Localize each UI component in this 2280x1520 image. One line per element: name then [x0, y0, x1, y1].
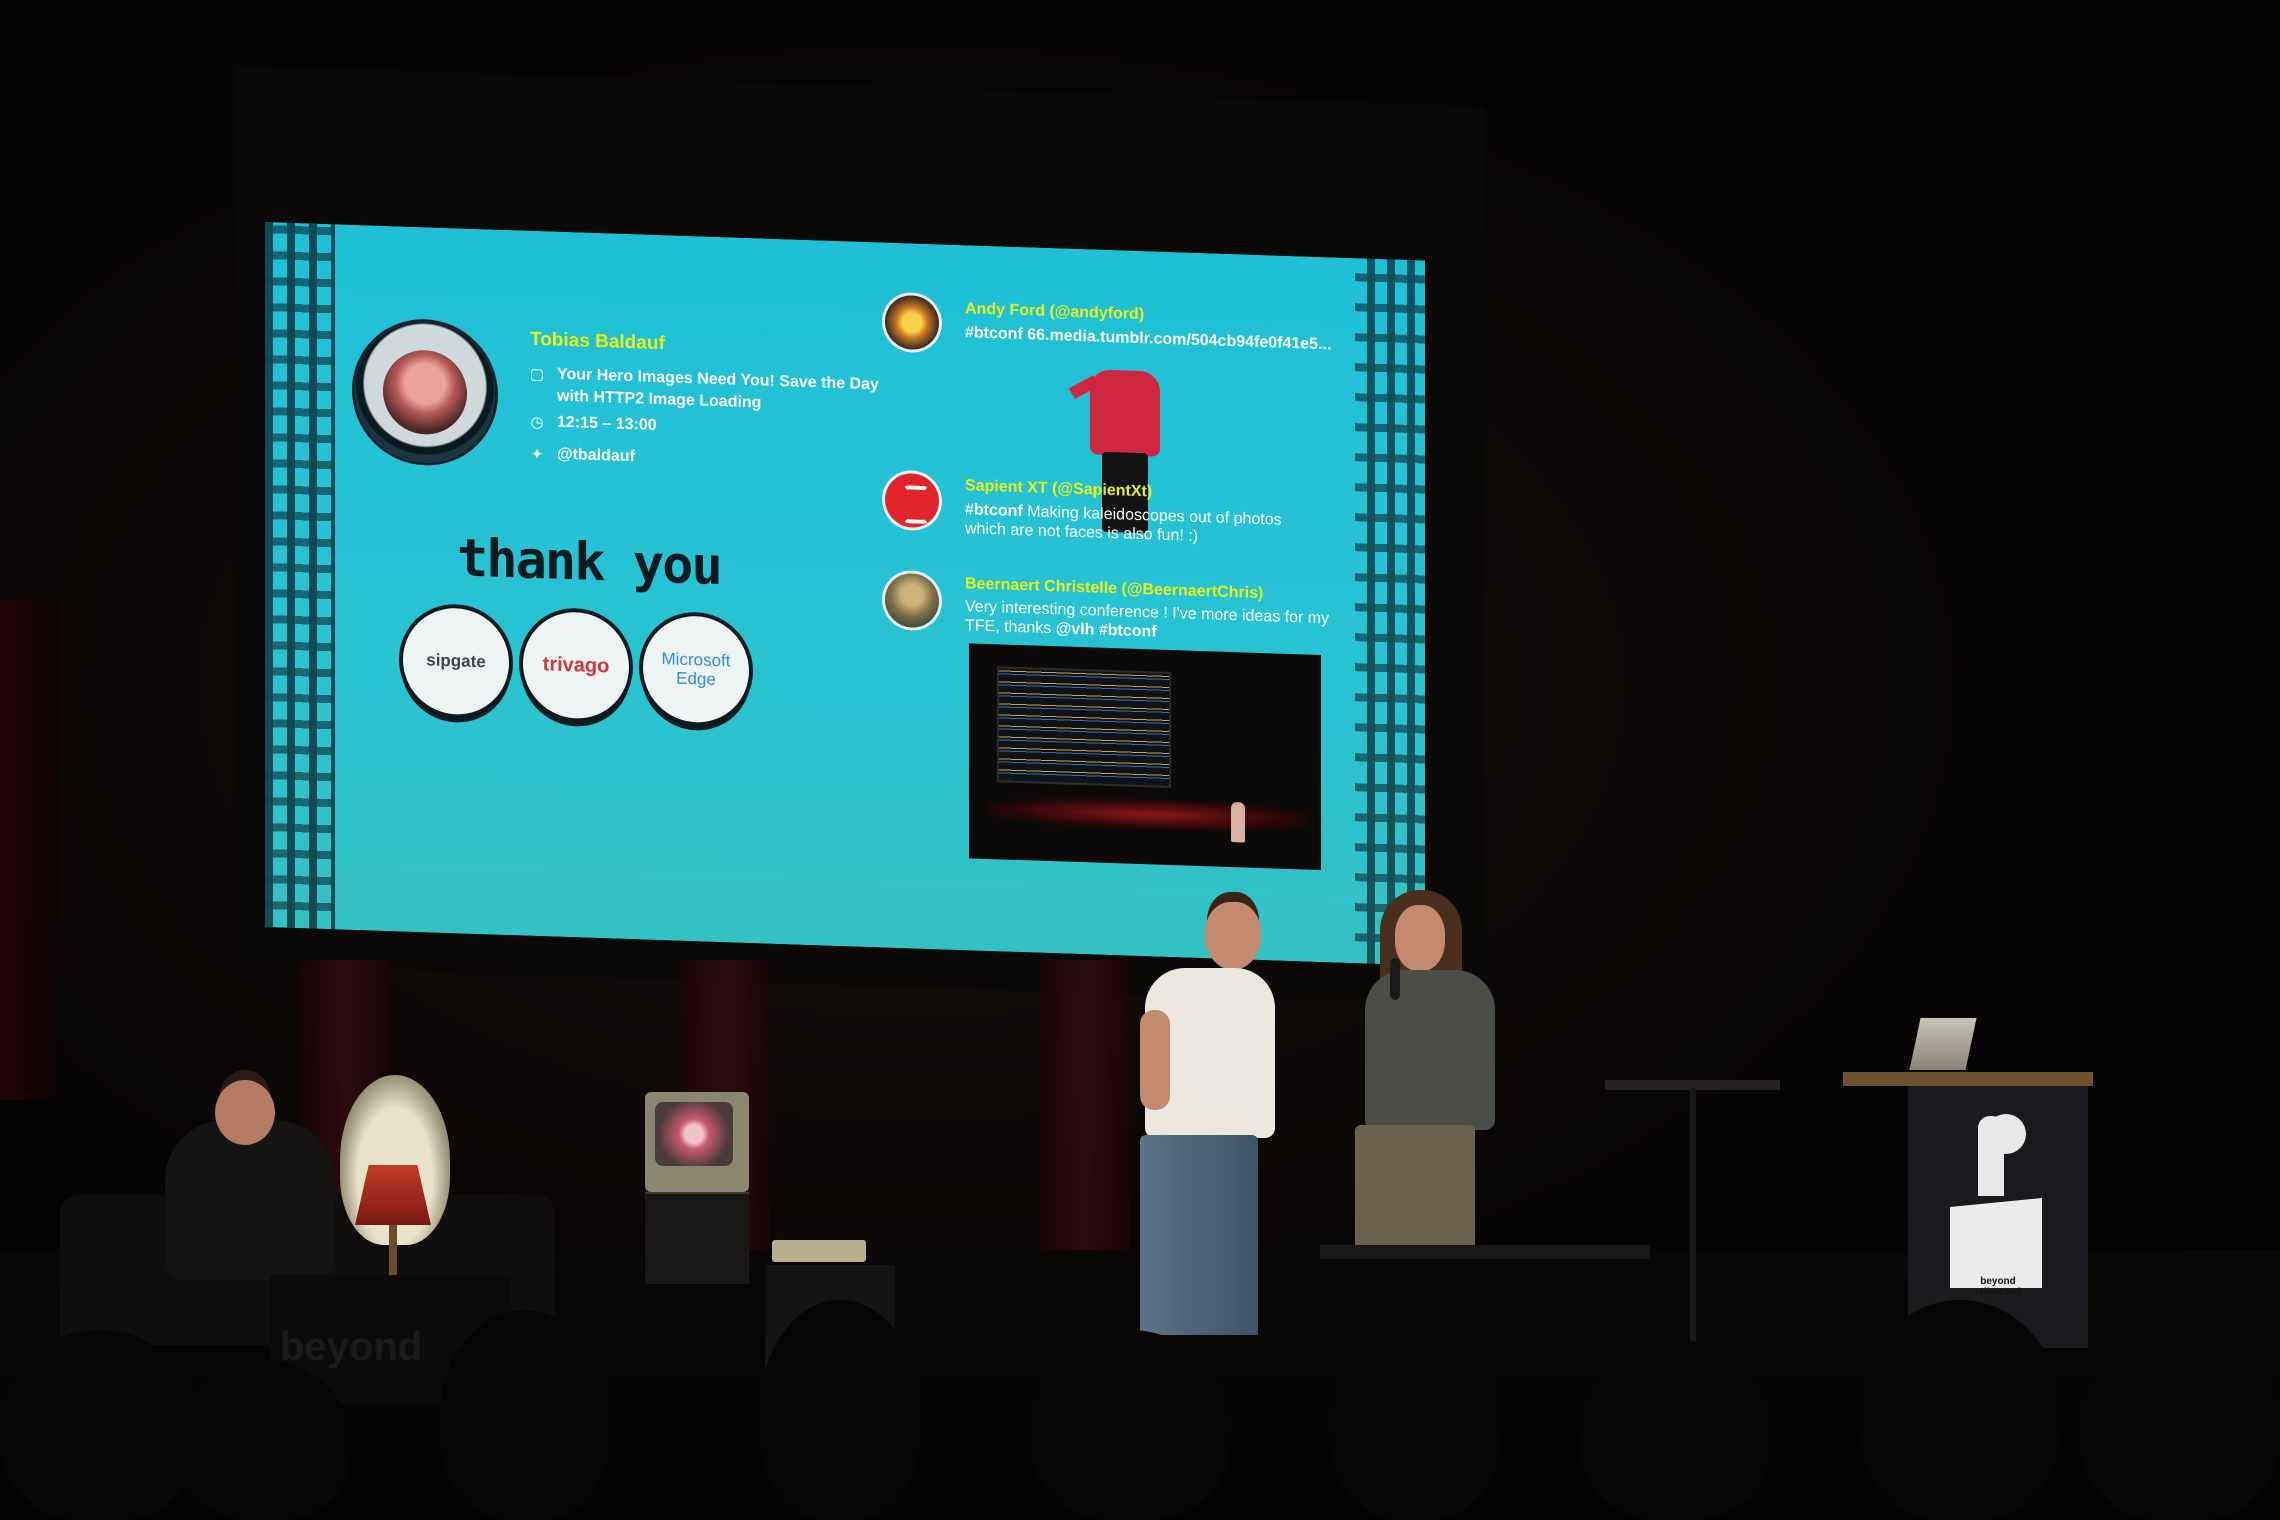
tweet-image-stage: [969, 643, 1321, 871]
sapient-logo-icon: [903, 485, 929, 525]
pixel-border-left: [265, 222, 335, 930]
talk-time: 12:15 – 13:00: [557, 413, 657, 434]
audience-head: [760, 1300, 920, 1520]
sponsor-label: trivago: [542, 652, 610, 677]
clock-icon: ◷: [530, 412, 544, 432]
photo-code-screen: [997, 666, 1171, 789]
tweet-hashtag: #btconf: [965, 501, 1023, 521]
tv-screen: [655, 1102, 733, 1166]
presenter-right-face: [1395, 905, 1445, 971]
conference-stage-photo: Tobias Baldauf ▢ Your Hero Images Need Y…: [0, 0, 2280, 1520]
tweet-avatar-sapientxt: [885, 472, 939, 529]
bar-table-leg: [1690, 1088, 1696, 1358]
lamp-stand: [389, 1225, 397, 1275]
presenter-left-arm: [1140, 1010, 1170, 1110]
tweet-avatar-beernaert: [885, 572, 939, 629]
audience-head: [1860, 1300, 2060, 1520]
av-rack: [645, 1192, 749, 1284]
audience-head: [2080, 1330, 2280, 1520]
tweet-hashtag: #btconf: [1098, 621, 1157, 641]
audience-head: [1030, 1330, 1230, 1520]
audience-head: [0, 1330, 200, 1520]
retro-keyboard: [772, 1240, 866, 1262]
presenter-right-pants: [1355, 1125, 1475, 1250]
twitter-bird-icon: ✦: [530, 444, 544, 464]
presenter-left-head: [1205, 902, 1261, 970]
audience-head: [180, 1360, 350, 1520]
tweet-hashtag: #btconf: [965, 324, 1023, 344]
laptop: [1909, 1018, 1977, 1070]
podium-top: [1843, 1072, 2093, 1086]
projected-slide: Tobias Baldauf ▢ Your Hero Images Need Y…: [265, 222, 1425, 966]
curtain-mid2: [1040, 960, 1130, 1300]
tweet-avatar-andyford: [885, 294, 939, 351]
photo-stage-light: [989, 794, 1309, 835]
presenter-left-jeans: [1140, 1135, 1258, 1335]
microphone: [1390, 958, 1400, 1000]
sponsor-label: sipgate: [426, 650, 486, 672]
speaker-name: Tobias Baldauf: [530, 328, 665, 355]
audience-head: [1330, 1320, 1500, 1520]
figure-jacket: [1090, 369, 1160, 457]
audience-head: [440, 1310, 610, 1520]
podium-logo-text: beyond tellerrand: [1975, 1276, 2021, 1298]
tweet-mention: @vlh: [1055, 620, 1095, 639]
banner-text: beyond: [280, 1325, 423, 1369]
chat-bubble-icon: ▢: [529, 364, 545, 384]
curtain-far-left: [0, 600, 60, 1100]
bar-table-left: [1320, 1245, 1650, 1259]
podium-logo-eye: [1986, 1114, 2026, 1154]
sponsor-label: Microsoft Edge: [661, 649, 731, 689]
podium-logo-box: [1950, 1198, 2042, 1288]
thank-you-heading: thank you: [457, 528, 721, 598]
speaker-twitter: @tbaldauf: [557, 445, 635, 466]
pixel-border-right: [1355, 258, 1425, 966]
speaker-face: [383, 348, 467, 436]
photo-person: [1231, 802, 1245, 843]
retro-tv: [645, 1092, 749, 1192]
seated-person-head: [215, 1080, 275, 1145]
presenter-right-shirt: [1365, 970, 1495, 1130]
audience-head: [1580, 1340, 1770, 1520]
